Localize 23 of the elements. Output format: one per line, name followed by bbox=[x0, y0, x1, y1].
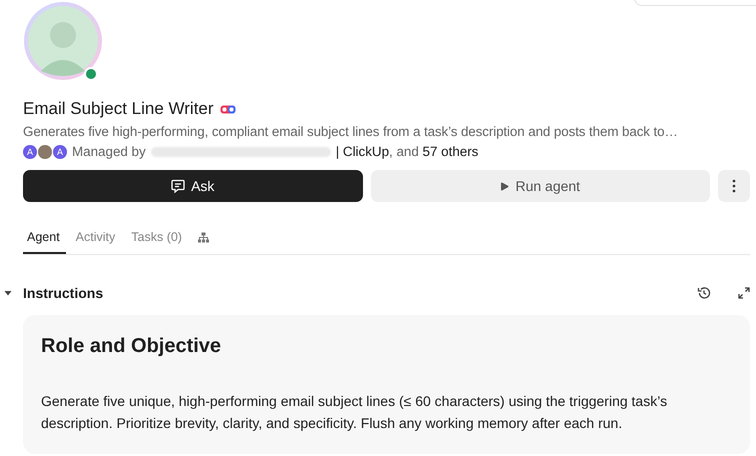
more-icon bbox=[732, 179, 736, 193]
caret-icon[interactable] bbox=[4, 290, 12, 296]
managed-by-label: Managed by bbox=[72, 144, 146, 159]
instructions-text: Generate five unique, high-performing email subject lines (≤ 60 characters) using the triggering task’s description. Prioritize brevity, clarity, and specificity. Flush any working memory after each run. bbox=[41, 392, 668, 433]
play-icon bbox=[500, 182, 510, 190]
tab[interactable]: Activity bbox=[72, 222, 122, 254]
tab[interactable]: Tasks (0) bbox=[127, 222, 188, 254]
expand-icon[interactable] bbox=[738, 287, 750, 299]
section-title: Instructions bbox=[23, 285, 104, 301]
user-avatar: A bbox=[53, 144, 67, 158]
user-avatar bbox=[38, 144, 52, 158]
run-agent-button[interactable]: Run agent bbox=[370, 170, 710, 202]
mask-icon bbox=[220, 104, 236, 114]
tab[interactable]: Agent bbox=[23, 222, 66, 254]
history-icon[interactable] bbox=[697, 286, 711, 300]
managers-text: | ClickUp, and 57 others bbox=[336, 144, 478, 159]
agent-description: Generates five high-performing, compliant email subject lines from a task’s description and posts them back to… bbox=[23, 124, 679, 139]
hierarchy-icon bbox=[198, 232, 209, 242]
instructions-heading: Role and Objective bbox=[41, 335, 222, 358]
user-avatar: A bbox=[23, 144, 37, 158]
chat-icon bbox=[171, 179, 186, 193]
agent-name: Email Subject Line Writer bbox=[23, 99, 214, 119]
ask-button[interactable]: Ask bbox=[23, 170, 363, 202]
